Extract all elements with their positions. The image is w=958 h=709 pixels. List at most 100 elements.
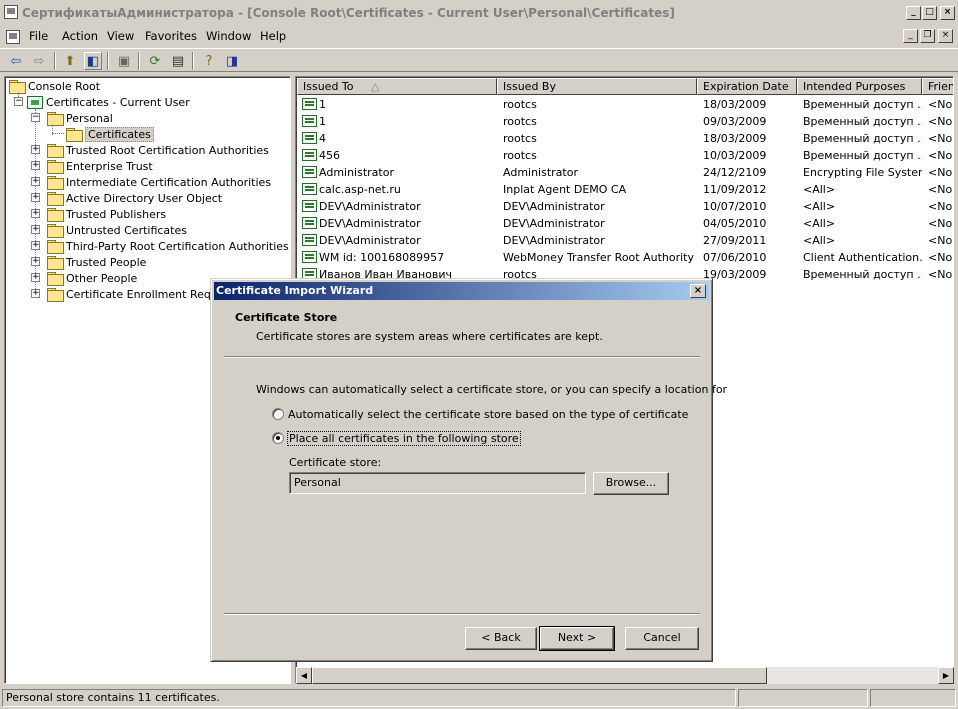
tree-item-third-party-root[interactable]: Third-Party Root Certification Authoriti… — [47, 238, 289, 254]
certificate-icon — [302, 251, 317, 263]
table-cell: <All> — [803, 183, 836, 196]
table-row[interactable]: 456 rootcs 10/03/2009 Временный доступ ... <… — [297, 147, 953, 164]
expand-toggle[interactable]: + — [31, 241, 40, 250]
tree-item-trusted-publishers[interactable]: Trusted Publishers — [47, 206, 166, 222]
new-window-icon[interactable]: ◨ — [223, 52, 241, 70]
table-cell: rootcs — [503, 132, 537, 145]
table-row[interactable]: calc.asp-net.ru Inplat Agent DEMO CA 11/09… — [297, 181, 953, 198]
back-icon[interactable]: ⇦ — [7, 52, 25, 70]
dialog-close-button[interactable]: × — [690, 284, 706, 298]
radio-place-all[interactable] — [272, 432, 284, 444]
up-folder-icon[interactable]: ⬆ — [61, 52, 79, 70]
certificate-icon — [302, 217, 317, 229]
table-cell: Client Authentication... — [803, 251, 922, 264]
tree-item-untrusted[interactable]: Untrusted Certificates — [47, 222, 187, 238]
expand-toggle[interactable]: + — [31, 257, 40, 266]
tree-item-certificates-current-user[interactable]: Certificates - Current User — [27, 94, 190, 110]
refresh-icon[interactable]: ⟳ — [146, 52, 164, 70]
tree-item-other-people[interactable]: Other People — [47, 270, 137, 286]
certificate-import-wizard: Certificate Import Wizard × Certificate … — [210, 278, 727, 662]
child-close-button[interactable]: × — [938, 29, 953, 43]
table-row[interactable]: Administrator Administrator 24/12/2109 Encr… — [297, 164, 953, 181]
expand-toggle[interactable]: + — [31, 161, 40, 170]
cancel-button[interactable]: Cancel — [625, 627, 699, 650]
collapse-toggle[interactable]: − — [14, 97, 23, 106]
column-header-expiration[interactable]: Expiration Date — [697, 78, 797, 95]
export-list-icon[interactable]: ▤ — [169, 52, 187, 70]
back-button[interactable]: < Back — [465, 627, 537, 650]
tree-item-label: Intermediate Certification Authorities — [66, 175, 272, 189]
minimize-button[interactable]: _ — [906, 6, 921, 20]
tree-item-certificates[interactable]: Certificates — [66, 126, 154, 142]
certificate-store-field[interactable]: Personal — [289, 472, 586, 494]
child-restore-button[interactable]: ❐ — [920, 29, 935, 43]
forward-icon[interactable]: ⇨ — [30, 52, 48, 70]
menu-help[interactable]: Help — [260, 29, 286, 43]
dialog-title: Certificate Import Wizard — [216, 284, 374, 297]
child-minimize-button[interactable]: _ — [903, 29, 918, 43]
column-header-purposes[interactable]: Intended Purposes — [797, 78, 922, 95]
maximize-button[interactable]: □ — [922, 6, 937, 20]
collapse-toggle[interactable]: − — [31, 113, 40, 122]
column-header-issued-to[interactable]: Issued To △ — [297, 78, 497, 95]
tree-item-label: Certificates - Current User — [46, 95, 190, 109]
radio-place-label[interactable]: Place all certificates in the following … — [287, 431, 521, 446]
table-cell: 456 — [319, 149, 340, 162]
menu-favorites[interactable]: Favorites — [145, 29, 197, 43]
close-button[interactable]: × — [940, 6, 955, 20]
expand-toggle[interactable]: + — [31, 193, 40, 202]
folder-icon — [47, 288, 64, 302]
expand-toggle[interactable]: + — [31, 209, 40, 218]
certificate-icon — [302, 234, 317, 246]
tree-item-personal[interactable]: Personal — [47, 110, 113, 126]
scroll-thumb[interactable] — [312, 667, 767, 684]
menu-file[interactable]: File — [29, 29, 48, 43]
tree-item-label: Trusted People — [66, 255, 147, 269]
expand-toggle[interactable]: + — [31, 177, 40, 186]
help-icon[interactable]: ? — [200, 52, 218, 70]
wizard-header: Certificate Store Certificate stores are… — [214, 300, 710, 357]
radio-auto-select[interactable] — [272, 408, 284, 420]
status-panel — [870, 689, 956, 707]
dialog-title-bar: Certificate Import Wizard × — [214, 282, 709, 300]
tree-item-enrollment-requests[interactable]: Certificate Enrollment Reques — [47, 286, 230, 302]
toolbar-separator — [138, 52, 140, 70]
tree-item-trusted-people[interactable]: Trusted People — [47, 254, 146, 270]
toolbar-separator — [107, 52, 109, 70]
wizard-heading: Certificate Store — [235, 311, 338, 324]
table-row[interactable]: 4 rootcs 18/03/2009 Временный доступ ... <No… — [297, 130, 953, 147]
wizard-subheading: Certificate stores are system areas wher… — [256, 330, 603, 343]
expand-toggle[interactable]: + — [31, 225, 40, 234]
column-header-issued-by[interactable]: Issued By — [497, 78, 697, 95]
delete-icon[interactable]: ▣ — [115, 52, 133, 70]
tree-item-console-root[interactable]: Console Root — [9, 78, 100, 94]
column-header-friendly-name[interactable]: Friend — [922, 78, 953, 95]
console-icon[interactable] — [6, 30, 20, 44]
table-row[interactable]: WM id: 100168089957 WebMoney Transfer Roo… — [297, 249, 953, 266]
tree-item-enterprise-trust[interactable]: Enterprise Trust — [47, 158, 153, 174]
scroll-right-icon[interactable]: ▶ — [938, 667, 954, 684]
show-hide-tree-icon[interactable]: ◧ — [84, 52, 102, 70]
folder-icon — [47, 240, 64, 254]
table-row[interactable]: 1 rootcs 18/03/2009 Временный доступ ... <No… — [297, 96, 953, 113]
expand-toggle[interactable]: + — [31, 273, 40, 282]
table-row[interactable]: DEV\Administrator DEV\Administrator 27/09/… — [297, 232, 953, 249]
browse-button[interactable]: Browse... — [593, 472, 669, 495]
mmc-app-icon[interactable] — [4, 5, 18, 19]
tree-item-intermediate[interactable]: Intermediate Certification Authorities — [47, 174, 271, 190]
table-row[interactable]: DEV\Administrator DEV\Administrator 04/05/… — [297, 215, 953, 232]
radio-auto-label[interactable]: Automatically select the certificate sto… — [288, 408, 688, 421]
next-button[interactable]: Next > — [539, 626, 615, 651]
menu-action[interactable]: Action — [62, 29, 98, 43]
tree-item-active-directory[interactable]: Active Directory User Object — [47, 190, 222, 206]
menu-view[interactable]: View — [107, 29, 134, 43]
expand-toggle[interactable]: + — [31, 289, 40, 298]
tree-item-label: Untrusted Certificates — [66, 223, 187, 237]
scroll-left-icon[interactable]: ◀ — [296, 667, 312, 684]
menu-window[interactable]: Window — [206, 29, 251, 43]
table-row[interactable]: DEV\Administrator DEV\Administrator 10/07/… — [297, 198, 953, 215]
expand-toggle[interactable]: + — [31, 145, 40, 154]
table-row[interactable]: 1 rootcs 09/03/2009 Временный доступ ... <No… — [297, 113, 953, 130]
tree-item-trusted-root[interactable]: Trusted Root Certification Authorities — [47, 142, 269, 158]
horizontal-scrollbar[interactable]: ◀ ▶ — [296, 667, 954, 684]
